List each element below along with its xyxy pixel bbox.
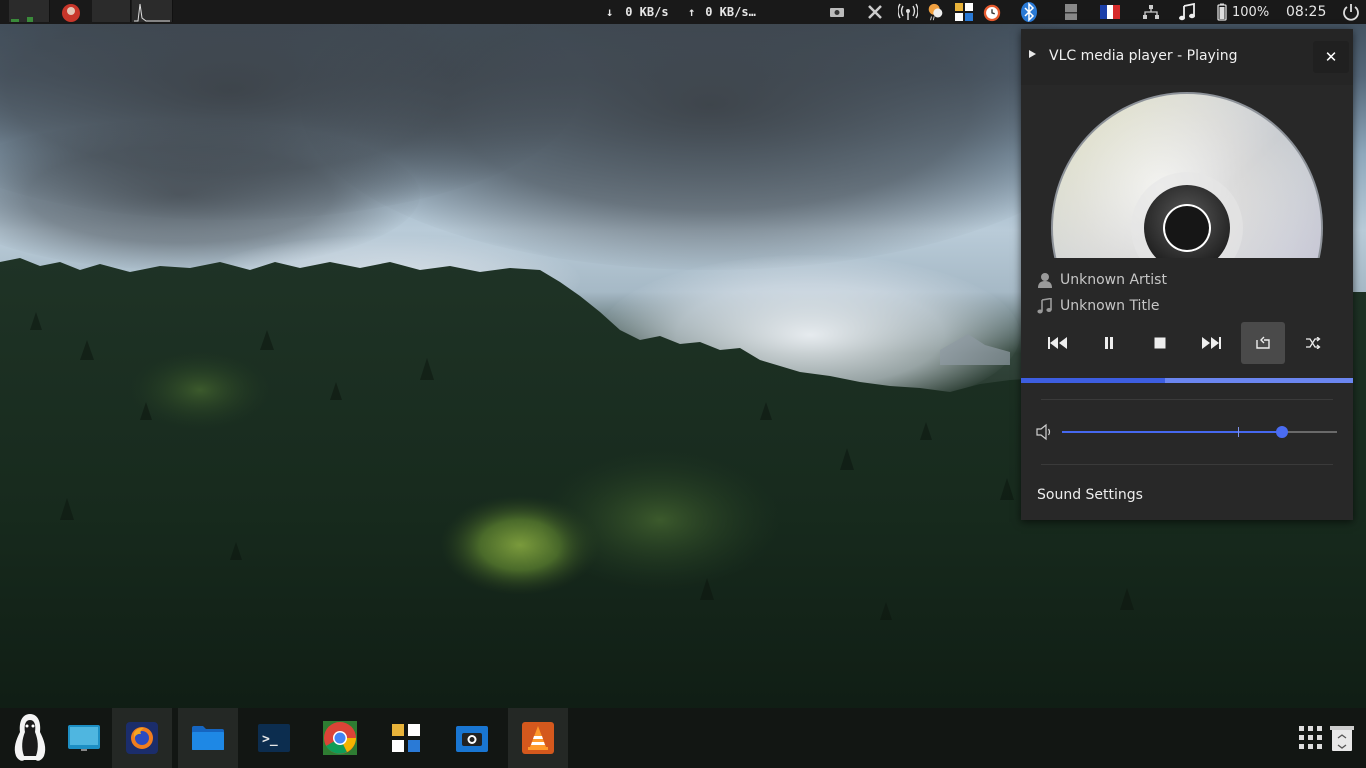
network-icon[interactable] [1141,2,1161,22]
download-arrow: ↓ [606,5,614,19]
play-indicator-icon [1029,50,1036,58]
divider [1041,464,1333,465]
display-icon [68,725,100,751]
menu-button[interactable] [0,708,60,768]
menu-tux-icon [14,714,46,761]
album-art [1050,91,1325,258]
volume-slider-knob[interactable] [1276,426,1288,438]
repeat-icon [1256,336,1270,349]
wireless-icon[interactable] [898,2,918,22]
load-graph-applet[interactable] [132,0,173,22]
upload-speed: ↑ 0 KB/s… [688,0,756,24]
next-icon [1202,337,1221,349]
firefox-app[interactable] [112,708,172,768]
playback-progress-bar[interactable] [1021,378,1353,383]
vlc-app[interactable] [508,708,568,768]
player-title: VLC media player - Playing [1049,48,1238,64]
terminal-app[interactable]: >_ [244,708,304,768]
clock[interactable]: 08:25 [1286,0,1326,24]
sound-settings-link[interactable]: Sound Settings [1037,487,1143,503]
close-button[interactable]: ✕ [1313,41,1349,73]
bluetooth-icon[interactable] [1019,2,1039,22]
upload-arrow: ↑ [688,5,696,19]
power-icon[interactable] [1341,2,1361,22]
firefox-icon [126,722,158,754]
download-speed-value: 0 KB/s [625,5,669,19]
storage-icon[interactable] [1061,2,1081,22]
stop-icon [1154,337,1166,349]
chrome-app[interactable] [310,708,370,768]
keyboard-layout-icon[interactable] [954,2,974,22]
x-icon[interactable] [865,2,885,22]
shuffle-button[interactable] [1291,322,1335,364]
volume-slider-fill [1062,431,1282,433]
redshift-icon[interactable] [54,0,88,24]
french-flag-icon[interactable] [1100,2,1120,22]
speaker-icon[interactable] [1035,423,1055,441]
stop-button[interactable] [1138,322,1182,364]
battery-percent: 100% [1232,4,1270,20]
next-button[interactable] [1189,322,1233,364]
files-icon [192,726,224,750]
cpu-graph-applet[interactable] [9,0,50,22]
trash-button[interactable] [1318,708,1366,768]
title-row: Unknown Title [1037,295,1159,317]
person-icon [1037,272,1053,288]
weather-icon[interactable] [926,2,946,22]
memory-graph-applet[interactable] [92,0,131,22]
popup-header: VLC media player - Playing ✕ [1021,29,1353,85]
music-note-icon[interactable] [1177,2,1197,22]
divider [1041,399,1333,400]
files-app[interactable] [178,708,238,768]
previous-icon [1048,337,1067,349]
track-title: Unknown Title [1060,298,1160,314]
terminal-icon: >_ [258,724,290,752]
shuffle-icon [1306,337,1321,349]
pause-icon [1105,337,1113,349]
download-speed: ↓ 0 KB/s [606,0,669,24]
keyboard-tool-app[interactable] [376,708,436,768]
artist-name: Unknown Artist [1060,272,1167,288]
chrome-icon [323,721,357,755]
music-note-icon [1037,298,1053,314]
volume-100-marker [1238,427,1239,437]
pause-button[interactable] [1087,322,1131,364]
vlc-icon [522,722,554,754]
volume-slider[interactable] [1062,426,1337,438]
alarm-icon[interactable] [982,2,1002,22]
upload-speed-value: 0 KB/s… [705,5,756,19]
repeat-button[interactable] [1241,322,1285,364]
keyboard-tool-icon [392,724,420,752]
display-app[interactable] [54,708,114,768]
dock: >_ [0,708,1366,768]
screenshot-app[interactable] [442,708,502,768]
playback-progress-fill [1021,378,1166,383]
screenshot-app-icon [456,726,488,752]
previous-button[interactable] [1036,322,1080,364]
screenshot-icon[interactable] [827,2,847,22]
battery-indicator[interactable]: 100% [1214,0,1269,24]
battery-icon [1217,3,1227,21]
artist-row: Unknown Artist [1037,269,1167,291]
top-panel: ↓ 0 KB/s ↑ 0 KB/s… 100% 08:25 [0,0,1366,24]
trash-icon [1330,726,1354,751]
svg-text:>_: >_ [262,732,278,747]
media-player-popup: VLC media player - Playing ✕ Unknown Art… [1021,29,1353,520]
